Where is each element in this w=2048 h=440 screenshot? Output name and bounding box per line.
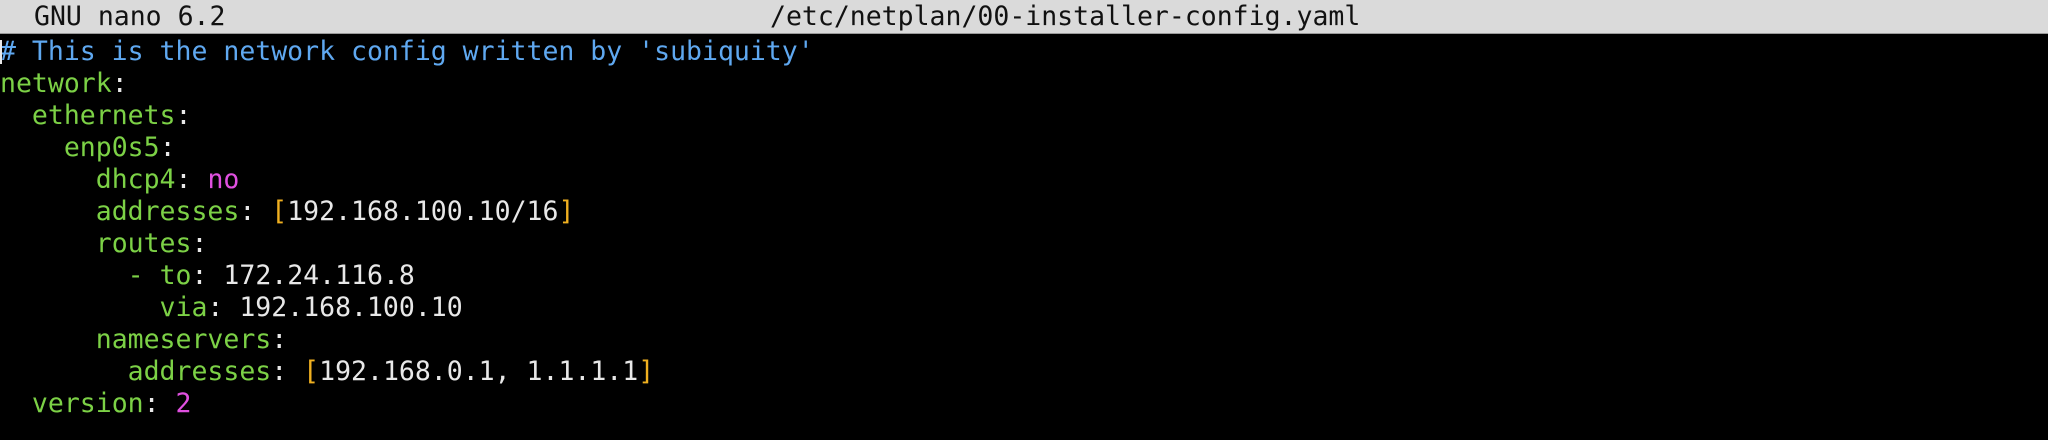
yaml-key-interface: enp0s5	[63, 132, 160, 163]
code-line-10[interactable]: nameservers:	[0, 324, 2048, 356]
nano-title-bar: GNU nano 6.2 /etc/netplan/00-installer-c…	[0, 0, 2048, 34]
yaml-value-via: 192.168.100.10	[239, 292, 463, 323]
code-line-2[interactable]: network:	[0, 68, 2048, 100]
code-line-9[interactable]: via: 192.168.100.10	[0, 292, 2048, 324]
code-line-4[interactable]: enp0s5:	[0, 132, 2048, 164]
code-line-7[interactable]: routes:	[0, 228, 2048, 260]
yaml-key-ethernets: ethernets	[31, 100, 176, 131]
code-line-5[interactable]: dhcp4: no	[0, 164, 2048, 196]
editor-text-area[interactable]: # This is the network config written by …	[0, 36, 2048, 420]
yaml-key-network: network	[0, 68, 112, 99]
yaml-value-version: 2	[175, 388, 192, 419]
yaml-key-addresses: addresses	[95, 196, 240, 227]
code-line-3[interactable]: ethernets:	[0, 100, 2048, 132]
code-line-11[interactable]: addresses: [192.168.0.1, 1.1.1.1]	[0, 356, 2048, 388]
yaml-key-nameservers: nameservers	[95, 324, 272, 355]
yaml-key-ns-addresses: addresses	[127, 356, 272, 387]
code-line-12[interactable]: version: 2	[0, 388, 2048, 420]
yaml-value-ns-addresses: 192.168.0.1, 1.1.1.1	[319, 356, 639, 387]
code-line-6[interactable]: addresses: [192.168.100.10/16]	[0, 196, 2048, 228]
code-line-1[interactable]: # This is the network config written by …	[0, 36, 2048, 68]
file-path: /etc/netplan/00-installer-config.yaml	[770, 1, 1361, 32]
yaml-value-addresses: 192.168.100.10/16	[287, 196, 559, 227]
yaml-comment: # This is the network config written by …	[0, 36, 814, 67]
yaml-key-to: to	[159, 260, 192, 291]
yaml-value-dhcp4: no	[207, 164, 240, 195]
yaml-value-to: 172.24.116.8	[223, 260, 415, 291]
code-line-8[interactable]: - to: 172.24.116.8	[0, 260, 2048, 292]
text-cursor	[0, 40, 2, 64]
yaml-key-via: via	[159, 292, 208, 323]
yaml-key-routes: routes	[95, 228, 192, 259]
terminal-window: GNU nano 6.2 /etc/netplan/00-installer-c…	[0, 0, 2048, 440]
editor-version: GNU nano 6.2	[34, 1, 226, 32]
yaml-key-version: version	[31, 388, 144, 419]
yaml-key-dhcp4: dhcp4	[95, 164, 176, 195]
